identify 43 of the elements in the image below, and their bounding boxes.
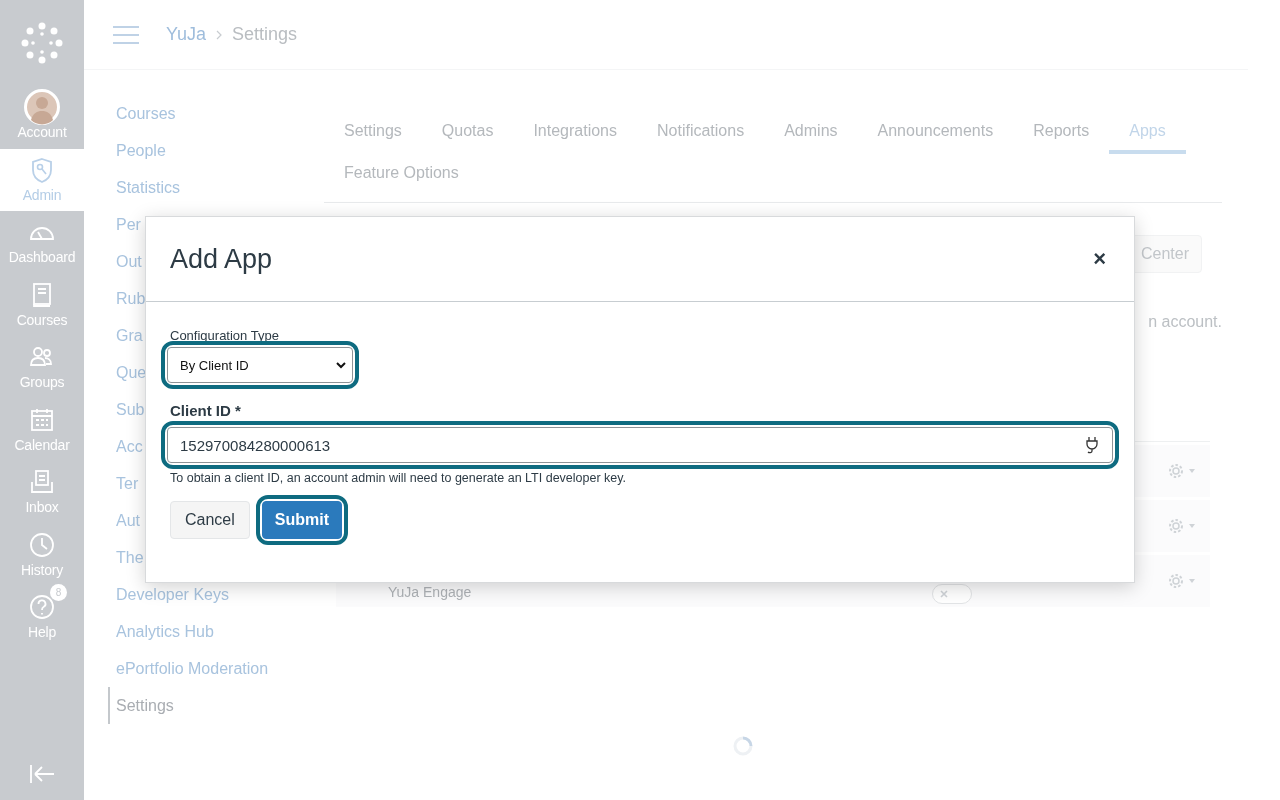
chevron-icon	[216, 29, 223, 40]
gear-icon[interactable]	[1168, 573, 1196, 589]
clock-icon	[28, 530, 56, 559]
tab[interactable]: Settings	[324, 112, 422, 154]
sidebar-link[interactable]: People	[108, 132, 324, 169]
breadcrumb-current: Settings	[232, 24, 298, 45]
avatar	[24, 89, 60, 125]
gear-icon[interactable]	[1168, 518, 1196, 534]
tab[interactable]: Apps	[1109, 112, 1186, 154]
tab[interactable]: Notifications	[637, 112, 765, 154]
tab[interactable]: Feature Options	[324, 154, 479, 196]
close-button[interactable]: ×	[1089, 247, 1110, 271]
app-name: YuJa Engage	[388, 584, 472, 600]
tab[interactable]: Integrations	[513, 112, 637, 154]
submit-button[interactable]: Submit	[261, 501, 343, 539]
tab[interactable]: Admins	[764, 112, 858, 154]
intro-text: n account.	[1148, 313, 1222, 331]
plug-icon	[1085, 436, 1099, 454]
sidebar-link[interactable]: Settings	[108, 687, 324, 724]
tab[interactable]: Reports	[1013, 112, 1110, 154]
caret-icon	[336, 361, 346, 369]
hint-text: To obtain a client ID, an account admin will need to generate an LTI developer key.	[169, 470, 628, 485]
tab[interactable]: Announcements	[857, 112, 1014, 154]
sidebar-link[interactable]: Analytics Hub	[108, 613, 324, 650]
inbox-icon	[28, 468, 56, 496]
loading-spinner-icon	[733, 736, 753, 756]
sidebar-link[interactable]: Courses	[108, 95, 324, 132]
tab[interactable]: Quotas	[421, 112, 514, 154]
sidebar-link[interactable]: Statistics	[108, 169, 324, 206]
gear-icon[interactable]	[1168, 463, 1196, 479]
help-icon	[28, 593, 56, 621]
sidebar-link[interactable]: ePortfolio Moderation	[108, 650, 324, 687]
configuration-type-select[interactable]: By Client ID	[167, 347, 353, 383]
dialog-title: Add App	[170, 243, 273, 275]
field-label: Client ID *	[169, 401, 242, 419]
menu-icon[interactable]	[113, 25, 139, 44]
logo-icon[interactable]	[21, 22, 63, 64]
nav-item[interactable]: Admin	[0, 148, 84, 211]
breadcrumb-link[interactable]: YuJa	[166, 24, 207, 45]
client-id-field[interactable]: 152970084280000613	[167, 427, 1113, 463]
toggle-switch[interactable]	[932, 584, 972, 604]
cancel-button[interactable]: Cancel	[170, 501, 250, 539]
collapse-icon[interactable]	[29, 764, 55, 784]
